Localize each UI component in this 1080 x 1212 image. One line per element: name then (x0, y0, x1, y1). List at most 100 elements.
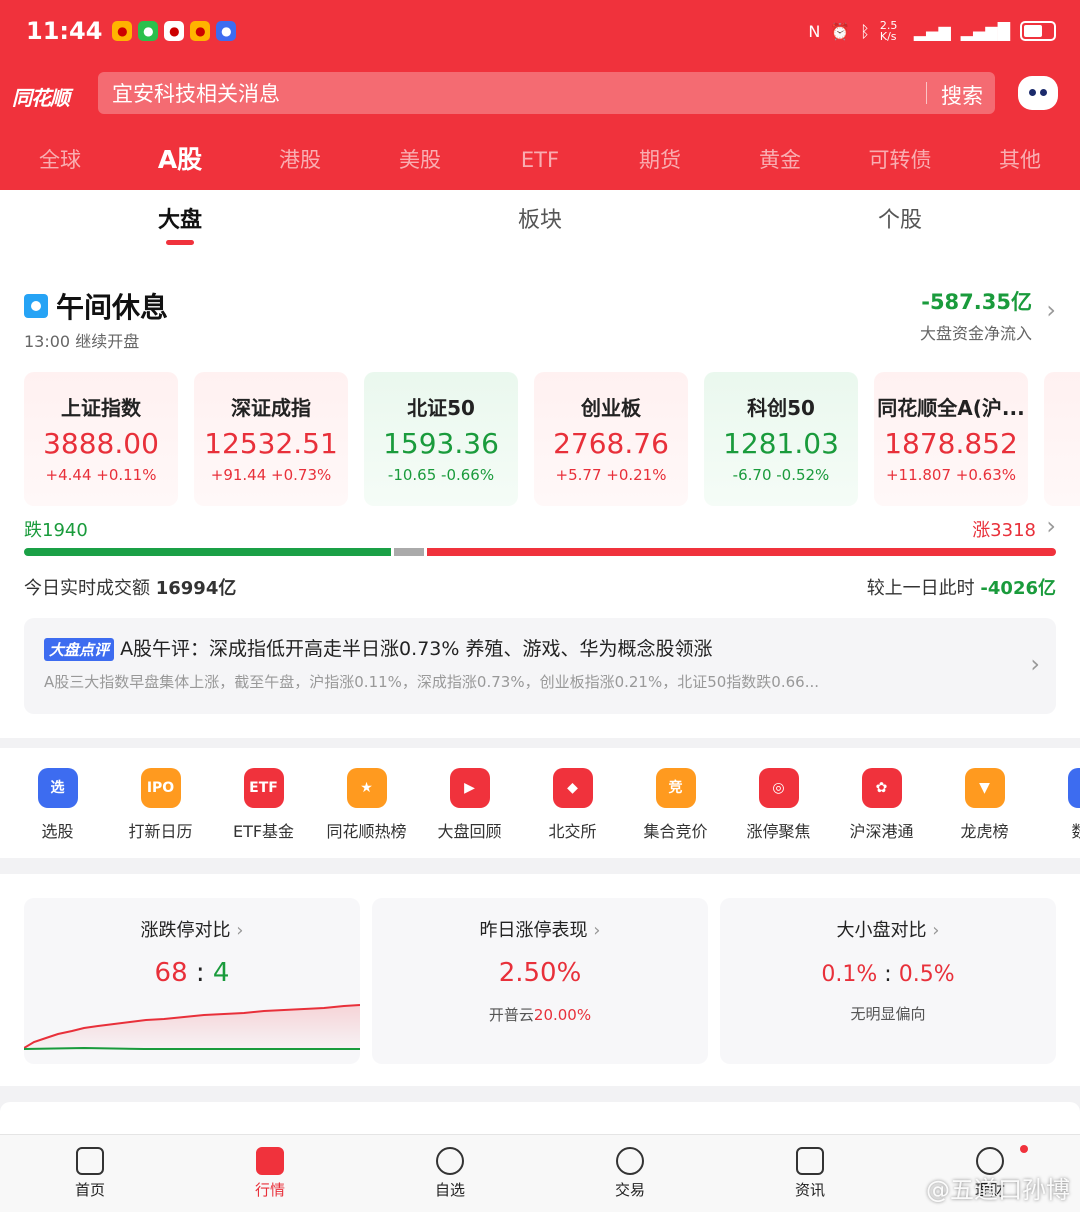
nav-home[interactable]: 首页 (0, 1135, 180, 1212)
trend-icon (256, 1147, 284, 1175)
document-icon (796, 1147, 824, 1175)
candlestick-icon (76, 1147, 104, 1175)
shortcut-label: 数据 (1071, 822, 1080, 841)
limit-compare-title: 涨跌停对比 (140, 920, 231, 941)
review-badge: 大盘点评 (44, 638, 115, 661)
user-icon (436, 1147, 464, 1175)
index-card[interactable]: 创业板 2768.76 +5.77 +0.21% (534, 372, 688, 506)
limit-sep: : (195, 958, 205, 988)
shortcut-label: 大盘回顾 (437, 822, 502, 841)
market-breadth[interactable]: 跌1940 涨3318 › (24, 512, 1056, 556)
yesterday-top-value: 20.00% (533, 1006, 592, 1024)
index-change: -10.65 -0.66% (387, 466, 495, 484)
index-card[interactable]: 上证指数 3888.00 +4.44 +0.11% (24, 372, 178, 506)
chevron-right-icon: › (932, 920, 940, 941)
breadth-bar (24, 548, 1056, 556)
shortcut-label: 打新日历 (128, 822, 193, 841)
yesterday-limit-panel[interactable]: 昨日涨停表现 › 2.50% 开普云20.00% (372, 898, 708, 1064)
shortcut-item[interactable]: IPO 打新日历 (109, 748, 212, 858)
signal-icon: ▂▄▆ (913, 21, 951, 41)
search-bar[interactable]: 宜安科技相关消息 搜索 (98, 72, 995, 114)
chevron-right-icon[interactable]: › (1046, 296, 1056, 324)
shortcut-label: 同花顺热榜 (326, 822, 407, 841)
index-change: +5.77 +0.21% (555, 466, 667, 484)
shortcut-label: 涨停聚焦 (746, 822, 811, 841)
notification-icons: ● ● ● ● ● (112, 21, 237, 41)
search-input[interactable]: 宜安科技相关消息 (112, 78, 280, 108)
shortcut-icon: ★ (346, 768, 387, 808)
shortcut-icon: IPO (140, 768, 181, 808)
size-sep: : (884, 962, 892, 987)
shortcut-item[interactable]: ◎ 涨停聚焦 (727, 748, 830, 858)
tab-global[interactable]: 全球 (0, 136, 120, 184)
breadth-bar-down (24, 548, 391, 556)
index-card-partial[interactable] (1044, 372, 1080, 506)
index-card[interactable]: 北证50 1593.36 -10.65 -0.66% (364, 372, 518, 506)
search-button[interactable]: 搜索 (941, 80, 983, 110)
index-change: +4.44 +0.11% (45, 466, 157, 484)
review-headline-row: 大盘点评 A股午评：深成指低开高走半日涨0.73% 养殖、游戏、华为概念股领涨 (44, 634, 1036, 661)
market-tabs: 全球 A股 港股 美股 ETF 期货 黄金 可转债 其他 (0, 136, 1080, 184)
size-compare-panel[interactable]: 大小盘对比 › 0.1% : 0.5% 无明显偏向 (720, 898, 1056, 1064)
capital-flow[interactable]: -587.35亿 大盘资金净流入 (920, 286, 1032, 344)
nav-trade[interactable]: 交易 (540, 1135, 720, 1212)
tab-us[interactable]: 美股 (360, 136, 480, 184)
status-bar: 11:44 ● ● ● ● ● N ⏰ ᛒ 2.5 K/s ▂▄▆ ▂▄▆█ (26, 14, 1056, 48)
nav-news-label: 资讯 (794, 1181, 825, 1199)
search-divider (926, 82, 927, 104)
nav-news[interactable]: 资讯 (720, 1135, 900, 1212)
tab-etf[interactable]: ETF (480, 136, 600, 184)
tab-sectors[interactable]: 板块 (360, 190, 720, 250)
assistant-robot-icon[interactable] (1018, 76, 1058, 110)
shortcut-label: ETF基金 (232, 822, 295, 841)
index-price: 12532.51 (204, 427, 338, 460)
tab-gold[interactable]: 黄金 (720, 136, 840, 184)
tab-hk[interactable]: 港股 (240, 136, 360, 184)
weibo-icon: ● (190, 21, 211, 41)
index-name: 创业板 (581, 396, 641, 420)
nav-watchlist[interactable]: 自选 (360, 1135, 540, 1212)
shortcut-item[interactable]: ✿ 沪深港通 (830, 748, 933, 858)
index-change: +91.44 +0.73% (210, 466, 332, 484)
chevron-right-icon[interactable]: › (1046, 512, 1056, 540)
nav-market[interactable]: 行情 (180, 1135, 360, 1212)
status-time: 11:44 (26, 17, 103, 45)
index-price: 2768.76 (553, 427, 669, 460)
tab-stocks[interactable]: 个股 (720, 190, 1080, 250)
notification-dot (1020, 1145, 1028, 1153)
limit-compare-panel[interactable]: 涨跌停对比 › 68 : 4 (24, 898, 360, 1064)
shortcut-item[interactable]: ▼ 龙虎榜 (933, 748, 1036, 858)
market-review[interactable]: 大盘点评 A股午评：深成指低开高走半日涨0.73% 养殖、游戏、华为概念股领涨 … (24, 618, 1056, 714)
shortcut-item[interactable]: ▶ 大盘回顾 (418, 748, 521, 858)
yesterday-title: 昨日涨停表现 (479, 920, 588, 941)
shortcut-item[interactable]: 选选股 (6, 748, 109, 858)
review-headline: A股午评：深成指低开高走半日涨0.73% 养殖、游戏、华为概念股领涨 (120, 638, 713, 660)
shortcut-item[interactable]: 竞集合竞价 (624, 748, 727, 858)
decliners-count: 跌1940 (24, 520, 88, 541)
shortcut-icon: ▼ (964, 768, 1005, 808)
shortcut-label: 北交所 (548, 822, 597, 841)
tab-futures[interactable]: 期货 (600, 136, 720, 184)
net-speed: 2.5 K/s (879, 19, 898, 43)
tab-overview[interactable]: 大盘 (0, 190, 360, 250)
compare-value: -4026亿 (980, 578, 1056, 599)
shortcut-item[interactable]: ● 数据 (1036, 748, 1080, 858)
index-name: 深证成指 (231, 396, 311, 420)
yesterday-value: 2.50% (498, 958, 582, 988)
shortcut-item[interactable]: ◆ 北交所 (521, 748, 624, 858)
tab-a-share[interactable]: A股 (120, 136, 240, 184)
shortcut-item[interactable]: ETF ETF基金 (212, 748, 315, 858)
sub-tabs: 大盘 板块 个股 (0, 190, 1080, 250)
signal-icon: ▂▄▆█ (960, 21, 1010, 41)
tab-convertible[interactable]: 可转债 (840, 136, 960, 184)
index-card[interactable]: 同花顺全A(沪... 1878.852 +11.807 +0.63% (874, 372, 1028, 506)
chevron-right-icon[interactable]: › (1030, 650, 1040, 678)
status-right: N ⏰ ᛒ 2.5 K/s ▂▄▆ ▂▄▆█ (808, 20, 1056, 42)
tab-other[interactable]: 其他 (960, 136, 1080, 184)
limit-trend-chart (24, 1004, 360, 1050)
alarm-icon: ⏰ (830, 21, 851, 41)
index-card[interactable]: 深证成指 12532.51 +91.44 +0.73% (194, 372, 348, 506)
shortcut-item[interactable]: ★ 同花顺热榜 (315, 748, 418, 858)
index-card[interactable]: 科创50 1281.03 -6.70 -0.52% (704, 372, 858, 506)
shortcut-label: 集合竞价 (643, 822, 708, 841)
